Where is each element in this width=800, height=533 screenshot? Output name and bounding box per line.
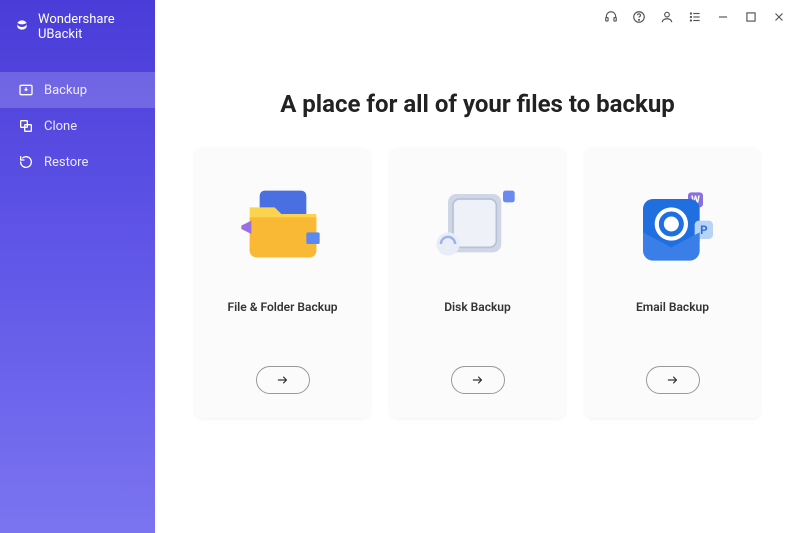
arrow-right-icon	[664, 373, 682, 387]
menu-icon[interactable]	[688, 10, 702, 24]
brand-logo-icon	[14, 19, 30, 35]
backup-icon	[18, 82, 34, 98]
backup-cards: File & Folder Backup Di	[195, 148, 760, 418]
email-illustration: W P	[623, 174, 723, 274]
sidebar-item-label: Restore	[44, 155, 88, 170]
go-button[interactable]	[256, 366, 310, 394]
sidebar-item-clone[interactable]: Clone	[0, 108, 155, 144]
restore-icon	[18, 154, 34, 170]
brand-name: Wondershare UBackit	[38, 12, 141, 42]
arrow-right-icon	[469, 373, 487, 387]
maximize-icon[interactable]	[744, 10, 758, 24]
sidebar-item-restore[interactable]: Restore	[0, 144, 155, 180]
sidebar-item-backup[interactable]: Backup	[0, 72, 155, 108]
minimize-icon[interactable]	[716, 10, 730, 24]
card-disk-backup[interactable]: Disk Backup	[390, 148, 565, 418]
headset-icon[interactable]	[604, 10, 618, 24]
sidebar-item-label: Clone	[44, 119, 77, 134]
card-title: Email Backup	[636, 300, 709, 314]
card-title: File & Folder Backup	[227, 300, 337, 314]
sidebar: Wondershare UBackit Backup Clone Restore	[0, 0, 155, 533]
main-area: A place for all of your files to backup …	[155, 0, 800, 533]
arrow-right-icon	[274, 373, 292, 387]
app-window: Wondershare UBackit Backup Clone Restore	[0, 0, 800, 533]
titlebar	[604, 0, 800, 28]
svg-text:P: P	[700, 223, 708, 237]
brand: Wondershare UBackit	[0, 0, 155, 54]
go-button[interactable]	[646, 366, 700, 394]
card-title: Disk Backup	[444, 300, 511, 314]
card-email-backup[interactable]: W P Email Backup	[585, 148, 760, 418]
clone-icon	[18, 118, 34, 134]
help-icon[interactable]	[632, 10, 646, 24]
page-title: A place for all of your files to backup	[280, 90, 675, 118]
card-file-folder-backup[interactable]: File & Folder Backup	[195, 148, 370, 418]
user-icon[interactable]	[660, 10, 674, 24]
sidebar-nav: Backup Clone Restore	[0, 72, 155, 180]
go-button[interactable]	[451, 366, 505, 394]
folder-illustration	[233, 174, 333, 274]
sidebar-item-label: Backup	[44, 83, 87, 98]
close-icon[interactable]	[772, 10, 786, 24]
disk-illustration	[428, 174, 528, 274]
